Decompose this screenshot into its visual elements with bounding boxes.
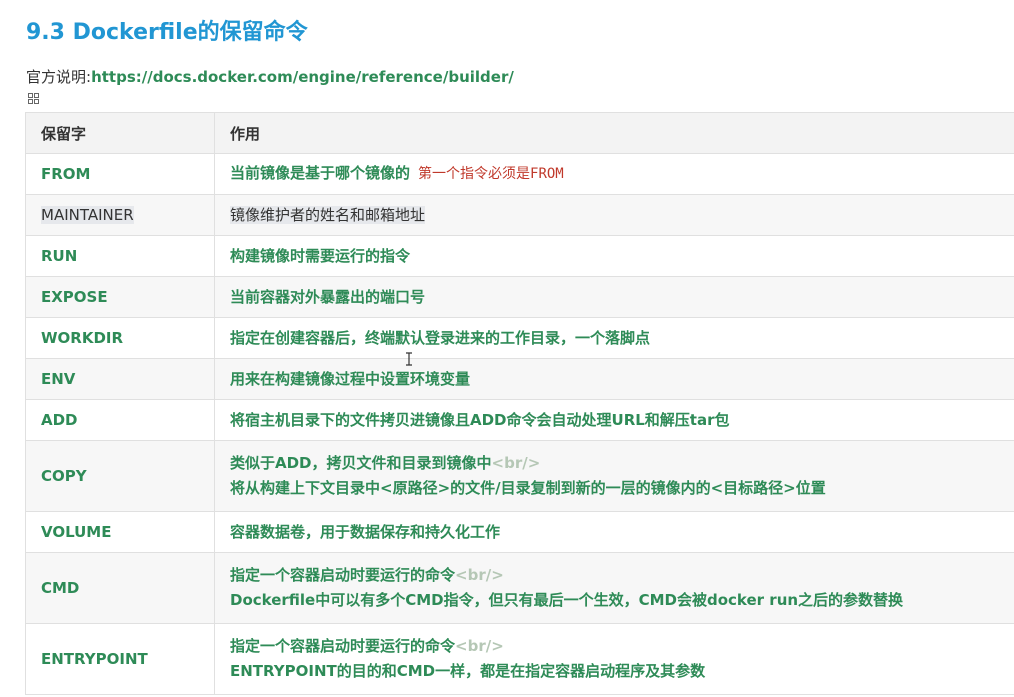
table-row: FROM 当前镜像是基于哪个镜像的 第一个指令必须是FROM: [25, 153, 1014, 195]
page-title: 9.3 Dockerfile的保留命令: [26, 20, 308, 45]
row-description: 当前镜像是基于哪个镜像的 第一个指令必须是FROM: [214, 153, 1014, 195]
row-description: 将宿主机目录下的文件拷贝进镜像且ADD命令会自动处理URL和解压tar包: [214, 399, 1014, 441]
table-row: RUN 构建镜像时需要运行的指令: [25, 235, 1014, 277]
table-header-row: 保留字 作用: [25, 112, 1014, 154]
row-keyword: MAINTAINER: [25, 194, 215, 236]
table-row: ADD 将宿主机目录下的文件拷贝进镜像且ADD命令会自动处理URL和解压tar包: [25, 399, 1014, 441]
br-tag: <br/>: [491, 454, 541, 472]
row-description: 指定一个容器启动时要运行的命令<br/> ENTRYPOINT的目的和CMD一样，…: [214, 623, 1014, 695]
header-keyword: 保留字: [25, 112, 215, 154]
table-row: VOLUME 容器数据卷，用于数据保存和持久化工作: [25, 511, 1014, 553]
reserved-commands-table: 保留字 作用 FROM 当前镜像是基于哪个镜像的 第一个指令必须是FROM MAI…: [25, 112, 1014, 695]
row-keyword: WORKDIR: [25, 317, 215, 359]
row-keyword: ENV: [25, 358, 215, 400]
table-row: EXPOSE 当前容器对外暴露出的端口号: [25, 276, 1014, 318]
row-description: 指定在创建容器后，终端默认登录进来的工作目录，一个落脚点: [214, 317, 1014, 359]
row-keyword: ENTRYPOINT: [25, 623, 215, 695]
row-description: 镜像维护者的姓名和邮箱地址: [214, 194, 1014, 236]
table-row: ENV 用来在构建镜像过程中设置环境变量: [25, 358, 1014, 400]
table-row: WORKDIR 指定在创建容器后，终端默认登录进来的工作目录，一个落脚点: [25, 317, 1014, 359]
row-note: 第一个指令必须是FROM: [418, 166, 564, 182]
text-cursor-icon: [406, 352, 412, 366]
row-description: 构建镜像时需要运行的指令: [214, 235, 1014, 277]
row-keyword: FROM: [25, 153, 215, 195]
row-description: 容器数据卷，用于数据保存和持久化工作: [214, 511, 1014, 553]
row-keyword: RUN: [25, 235, 215, 277]
row-description: 类似于ADD，拷贝文件和目录到镜像中<br/> 将从构建上下文目录中<原路径>的文…: [214, 440, 1014, 512]
br-tag: <br/>: [455, 637, 504, 655]
table-row: ENTRYPOINT 指定一个容器启动时要运行的命令<br/> ENTRYPOIN…: [25, 623, 1014, 695]
table-row: CMD 指定一个容器启动时要运行的命令<br/> Dockerfile中可以有多个…: [25, 552, 1014, 624]
official-docs-line: 官方说明:https://docs.docker.com/engine/refe…: [26, 66, 514, 87]
table-row: MAINTAINER 镜像维护者的姓名和邮箱地址: [25, 194, 1014, 236]
br-tag: <br/>: [455, 566, 504, 584]
official-docs-label: 官方说明:: [26, 68, 92, 86]
row-keyword: VOLUME: [25, 511, 215, 553]
row-keyword: ADD: [25, 399, 215, 441]
table-grid-icon[interactable]: [28, 93, 39, 104]
row-description: 指定一个容器启动时要运行的命令<br/> Dockerfile中可以有多个CMD指…: [214, 552, 1014, 624]
row-description: 用来在构建镜像过程中设置环境变量: [214, 358, 1014, 400]
table-row: COPY 类似于ADD，拷贝文件和目录到镜像中<br/> 将从构建上下文目录中<原…: [25, 440, 1014, 512]
header-purpose: 作用: [214, 112, 1014, 154]
row-keyword: CMD: [25, 552, 215, 624]
row-keyword: EXPOSE: [25, 276, 215, 318]
row-keyword: COPY: [25, 440, 215, 512]
row-description: 当前容器对外暴露出的端口号: [214, 276, 1014, 318]
official-docs-link[interactable]: https://docs.docker.com/engine/reference…: [91, 68, 514, 86]
